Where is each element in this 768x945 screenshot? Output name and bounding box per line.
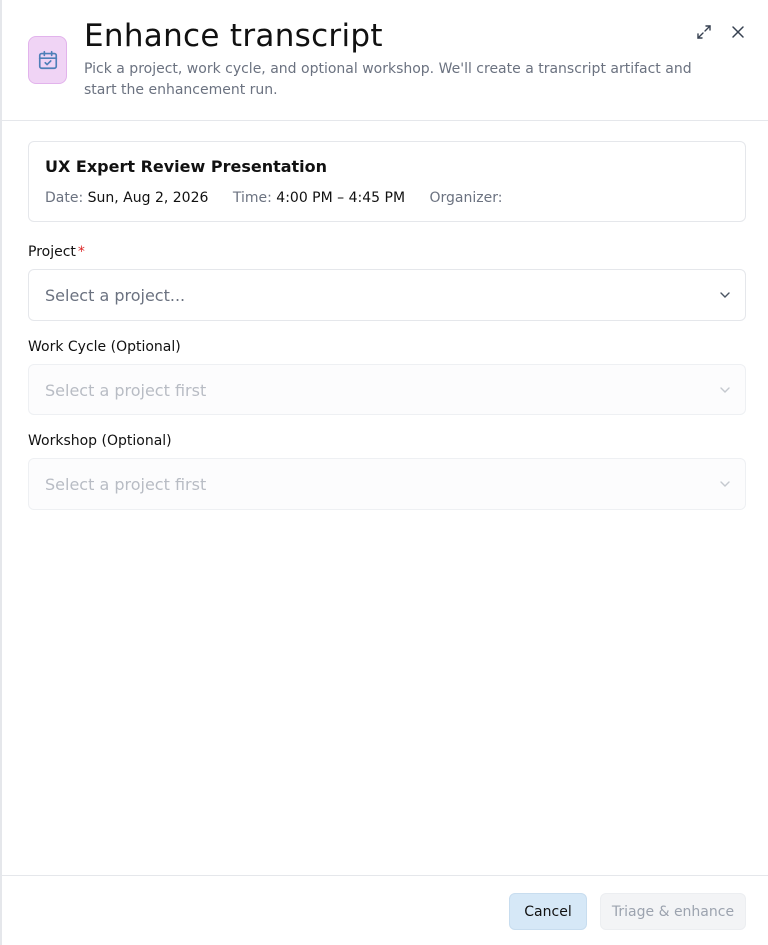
chevron-down-icon bbox=[720, 292, 730, 298]
required-mark: * bbox=[77, 244, 85, 260]
meeting-card: UX Expert Review Presentation Date: Sun,… bbox=[28, 141, 746, 222]
workshop-select-placeholder: Select a project first bbox=[45, 475, 207, 494]
meeting-meta: Date: Sun, Aug 2, 2026 Time: 4:00 PM – 4… bbox=[45, 190, 522, 206]
meeting-title: UX Expert Review Presentation bbox=[45, 157, 328, 176]
triage-enhance-button[interactable]: Triage & enhance bbox=[600, 893, 746, 930]
work-cycle-select-placeholder: Select a project first bbox=[45, 381, 207, 400]
time-value: 4:00 PM – 4:45 PM bbox=[276, 190, 406, 206]
expand-icon[interactable] bbox=[694, 22, 714, 42]
time-label: Time: bbox=[232, 190, 272, 206]
date-value: Sun, Aug 2, 2026 bbox=[87, 190, 209, 206]
project-select-placeholder: Select a project... bbox=[45, 286, 186, 305]
dialog-footer: Cancel Triage & enhance bbox=[2, 875, 768, 945]
calendar-check-icon bbox=[28, 36, 67, 84]
dialog-subtitle: Pick a project, work cycle, and optional… bbox=[84, 61, 692, 98]
project-label-text: Project bbox=[28, 244, 76, 260]
cancel-button[interactable]: Cancel bbox=[509, 893, 587, 930]
meeting-date: Date: Sun, Aug 2, 2026 bbox=[45, 190, 208, 206]
close-icon[interactable] bbox=[728, 22, 748, 42]
chevron-down-icon bbox=[720, 481, 730, 487]
date-label: Date: bbox=[45, 190, 84, 206]
workshop-select[interactable]: Select a project first bbox=[28, 458, 746, 510]
work-cycle-select[interactable]: Select a project first bbox=[28, 364, 746, 415]
dialog-title: Enhance transcript bbox=[84, 18, 383, 54]
workshop-label: Workshop (Optional) bbox=[28, 433, 172, 449]
project-select[interactable]: Select a project... bbox=[28, 269, 746, 321]
meeting-time: Time: 4:00 PM – 4:45 PM bbox=[233, 190, 405, 206]
work-cycle-label: Work Cycle (Optional) bbox=[28, 339, 181, 355]
project-label: Project * bbox=[28, 244, 85, 260]
enhance-transcript-dialog: Enhance transcript Pick a project, work … bbox=[0, 0, 768, 945]
organizer-label: Organizer: bbox=[429, 190, 503, 206]
chevron-down-icon bbox=[720, 387, 730, 393]
dialog-header: Enhance transcript Pick a project, work … bbox=[2, 0, 768, 121]
meeting-organizer: Organizer: bbox=[429, 190, 502, 206]
